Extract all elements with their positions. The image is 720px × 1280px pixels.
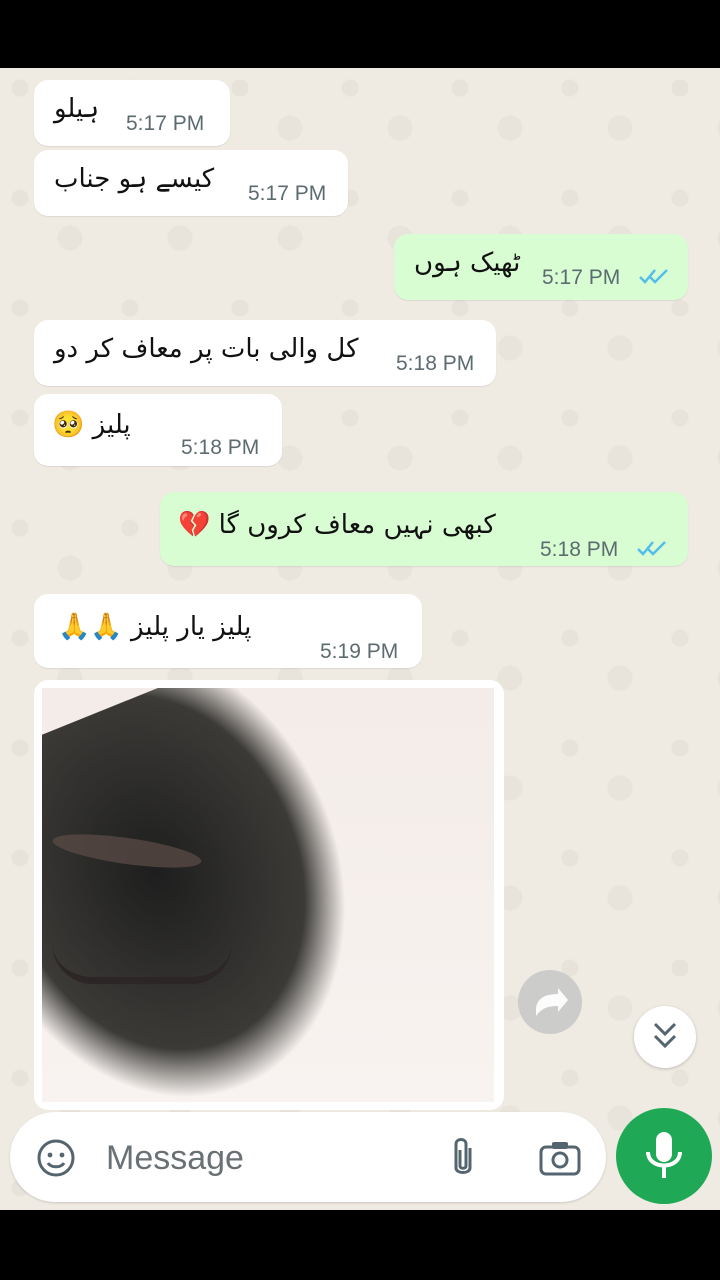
message-time: 5:17 PM	[248, 182, 327, 205]
double-check-icon	[637, 541, 666, 556]
voice-record-button[interactable]	[616, 1108, 712, 1204]
message-time: 5:18 PM	[181, 436, 260, 459]
mic-icon	[646, 1132, 682, 1178]
sticker-icon[interactable]	[36, 1138, 76, 1178]
message-composer	[10, 1112, 606, 1202]
message-time: 5:18 PM	[540, 538, 619, 561]
message-text: پلیز 🥺	[52, 410, 131, 440]
message-time: 5:18 PM	[396, 352, 475, 375]
message-time: 5:17 PM	[542, 266, 621, 289]
message-bubble-incoming[interactable]: کیسے ہو جناب 5:17 PM	[34, 150, 348, 216]
message-bubble-outgoing[interactable]: کبھی نہیں معاف کروں گا 💔 5:18 PM	[160, 492, 688, 566]
hair-shape	[42, 688, 494, 1102]
message-bubble-incoming[interactable]: پلیز یار پلیز 🙏🙏 5:19 PM	[34, 594, 422, 668]
eyelid-shape	[52, 943, 232, 984]
message-time: 5:19 PM	[320, 640, 399, 663]
forward-button[interactable]	[518, 970, 582, 1034]
message-text: کل والی بات پر معاف کر دو	[54, 334, 359, 364]
message-text: ہیلو	[54, 94, 100, 124]
chat-area[interactable]: ہیلو 5:17 PM کیسے ہو جناب 5:17 PM ٹھیک ہ…	[0, 68, 720, 1210]
message-text: کبھی نہیں معاف کروں گا 💔	[178, 510, 496, 540]
message-text: پلیز یار پلیز 🙏🙏	[58, 612, 252, 642]
message-time: 5:17 PM	[126, 112, 205, 135]
message-text: ٹھیک ہوں	[414, 248, 521, 278]
chevron-double-down-icon	[653, 1022, 677, 1049]
message-bubble-incoming[interactable]: ہیلو 5:17 PM	[34, 80, 230, 146]
image-message[interactable]	[34, 680, 504, 1110]
paperclip-icon[interactable]	[448, 1136, 478, 1180]
photo-thumbnail[interactable]	[42, 688, 494, 1102]
message-input[interactable]	[104, 1132, 428, 1184]
camera-icon[interactable]	[538, 1138, 582, 1178]
double-check-icon	[639, 269, 668, 284]
message-text: کیسے ہو جناب	[54, 164, 215, 194]
forward-icon	[536, 988, 568, 1016]
message-bubble-incoming[interactable]: پلیز 🥺 5:18 PM	[34, 394, 282, 466]
scroll-to-bottom-button[interactable]	[634, 1006, 696, 1068]
message-bubble-incoming[interactable]: کل والی بات پر معاف کر دو 5:18 PM	[34, 320, 496, 386]
message-bubble-outgoing[interactable]: ٹھیک ہوں 5:17 PM	[394, 234, 688, 300]
